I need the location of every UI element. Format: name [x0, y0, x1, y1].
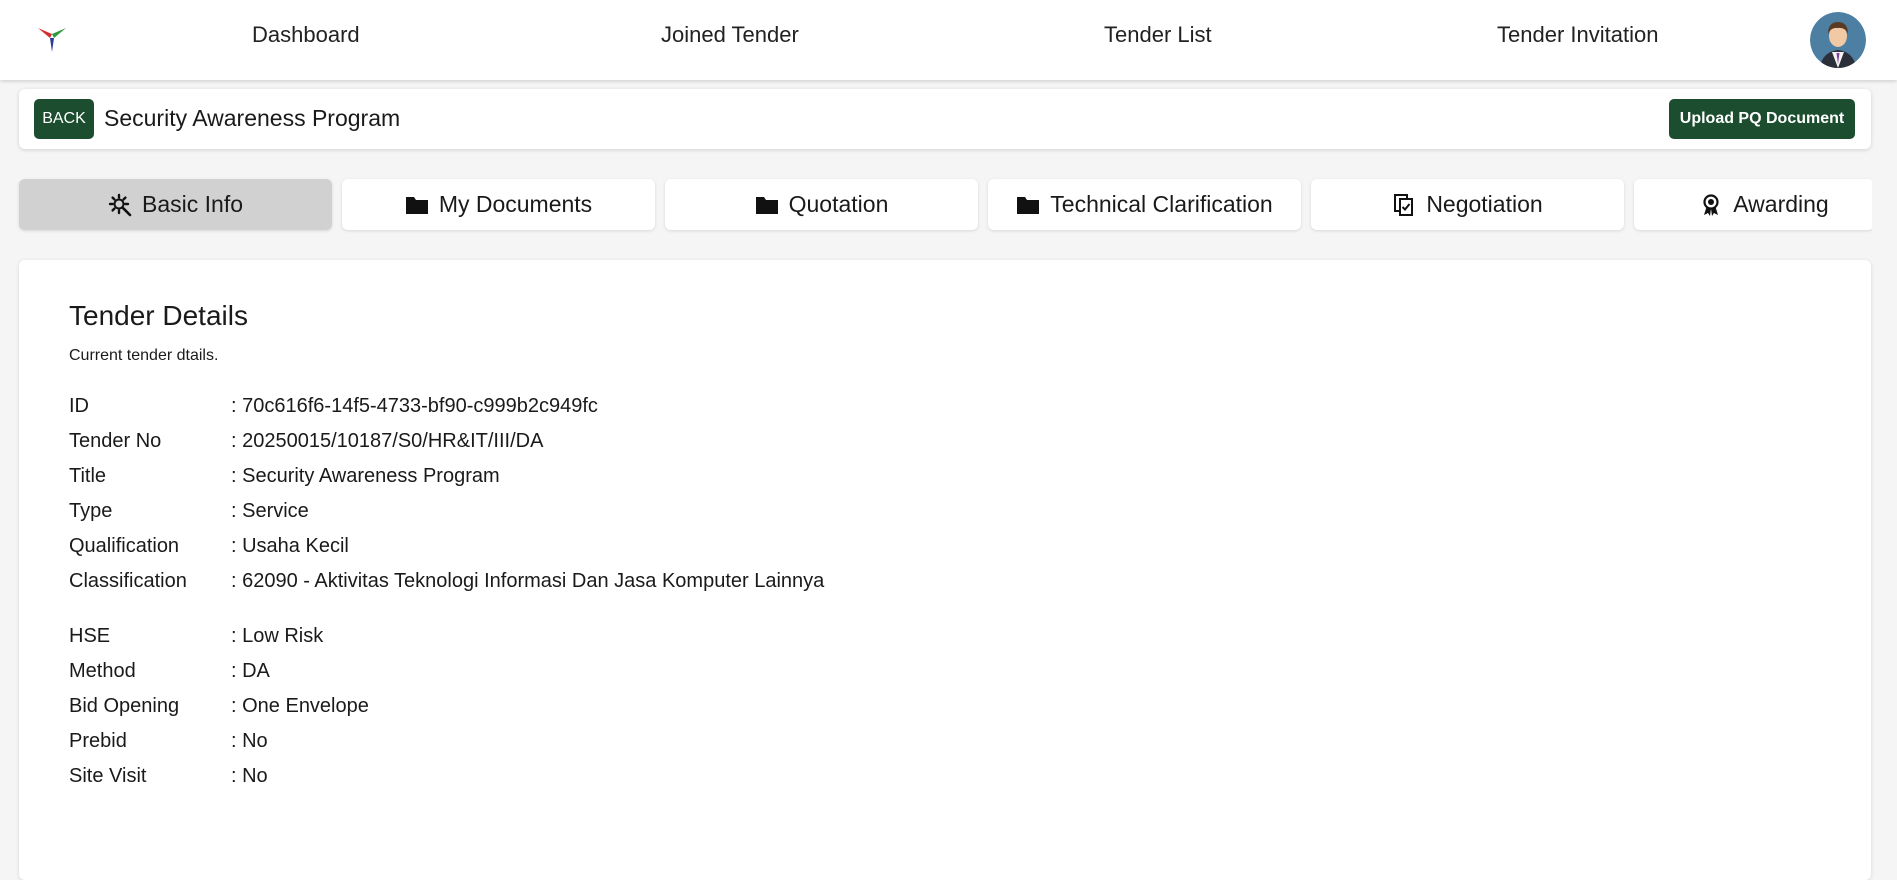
detail-value: : Usaha Kecil [231, 535, 349, 557]
detail-value: : Low Risk [231, 625, 324, 647]
nav-joined-tender[interactable]: Joined Tender [661, 22, 799, 48]
award-icon [1703, 193, 1719, 216]
tab-label: Awarding [1733, 191, 1829, 217]
detail-value: : Service [231, 500, 309, 522]
detail-label: Qualification [69, 535, 180, 557]
document-check-icon [1394, 193, 1414, 216]
tab-negotiation[interactable]: Negotiation [1311, 179, 1624, 230]
tab-label: My Documents [438, 191, 593, 217]
detail-value: : One Envelope [231, 695, 369, 717]
tab-awarding[interactable]: Awarding [1634, 179, 1872, 230]
user-avatar-icon[interactable] [1810, 12, 1866, 68]
tender-header-card: BACK Security Awareness Program Upload P… [19, 89, 1871, 149]
tender-details-card: Tender Details Current tender dtails. ID… [19, 260, 1871, 880]
tab-technical-clarification[interactable]: Technical Clarification [988, 179, 1301, 230]
detail-value: : No [231, 765, 268, 787]
detail-label: Bid Opening [69, 695, 180, 717]
back-button[interactable]: BACK [34, 99, 94, 139]
detail-value: : 70c616f6-14f5-4733-bf90-c999b2c949fc [231, 395, 598, 417]
folder-icon [755, 196, 778, 214]
gear-icon [108, 193, 132, 216]
detail-label: Method [69, 660, 136, 682]
brand-logo-icon[interactable] [36, 24, 68, 56]
tab-my-documents[interactable]: My Documents [342, 179, 655, 230]
detail-label: Classification [69, 570, 187, 592]
detail-value: : Security Awareness Program [231, 465, 500, 487]
top-navbar: Dashboard Joined Tender Tender List Tend… [0, 0, 1897, 80]
detail-value: : DA [231, 660, 270, 682]
tab-basic-info[interactable]: Basic Info [19, 179, 332, 230]
detail-label: HSE [69, 625, 111, 647]
tab-quotation[interactable]: Quotation [665, 179, 978, 230]
detail-label: Prebid [69, 730, 127, 752]
detail-label: ID [69, 395, 89, 417]
folder-icon [405, 196, 428, 214]
detail-label: Site Visit [69, 765, 147, 787]
detail-value: : 20250015/10187/S0/HR&IT/III/DA [231, 430, 544, 452]
detail-label: Tender No [69, 430, 162, 452]
upload-pq-document-button[interactable]: Upload PQ Document [1669, 99, 1855, 139]
page-title: Security Awareness Program [104, 105, 401, 131]
tabs-bar: Basic Info My Documents Quotation Techni… [0, 170, 1872, 240]
folder-icon [1017, 196, 1040, 214]
tab-label: Basic Info [142, 191, 243, 217]
detail-label: Type [69, 500, 113, 522]
nav-tender-list[interactable]: Tender List [1104, 22, 1212, 48]
detail-value: : 62090 - Aktivitas Teknologi Informasi … [231, 570, 825, 592]
nav-tender-invitation[interactable]: Tender Invitation [1497, 22, 1658, 48]
details-subtitle: Current tender dtails. [69, 347, 219, 364]
details-title: Tender Details [69, 300, 248, 331]
tab-label: Technical Clarification [1050, 191, 1273, 217]
detail-value: : No [231, 730, 268, 752]
tab-label: Quotation [788, 191, 889, 217]
tab-label: Negotiation [1426, 191, 1543, 217]
nav-dashboard[interactable]: Dashboard [252, 22, 360, 48]
detail-label: Title [69, 465, 107, 487]
